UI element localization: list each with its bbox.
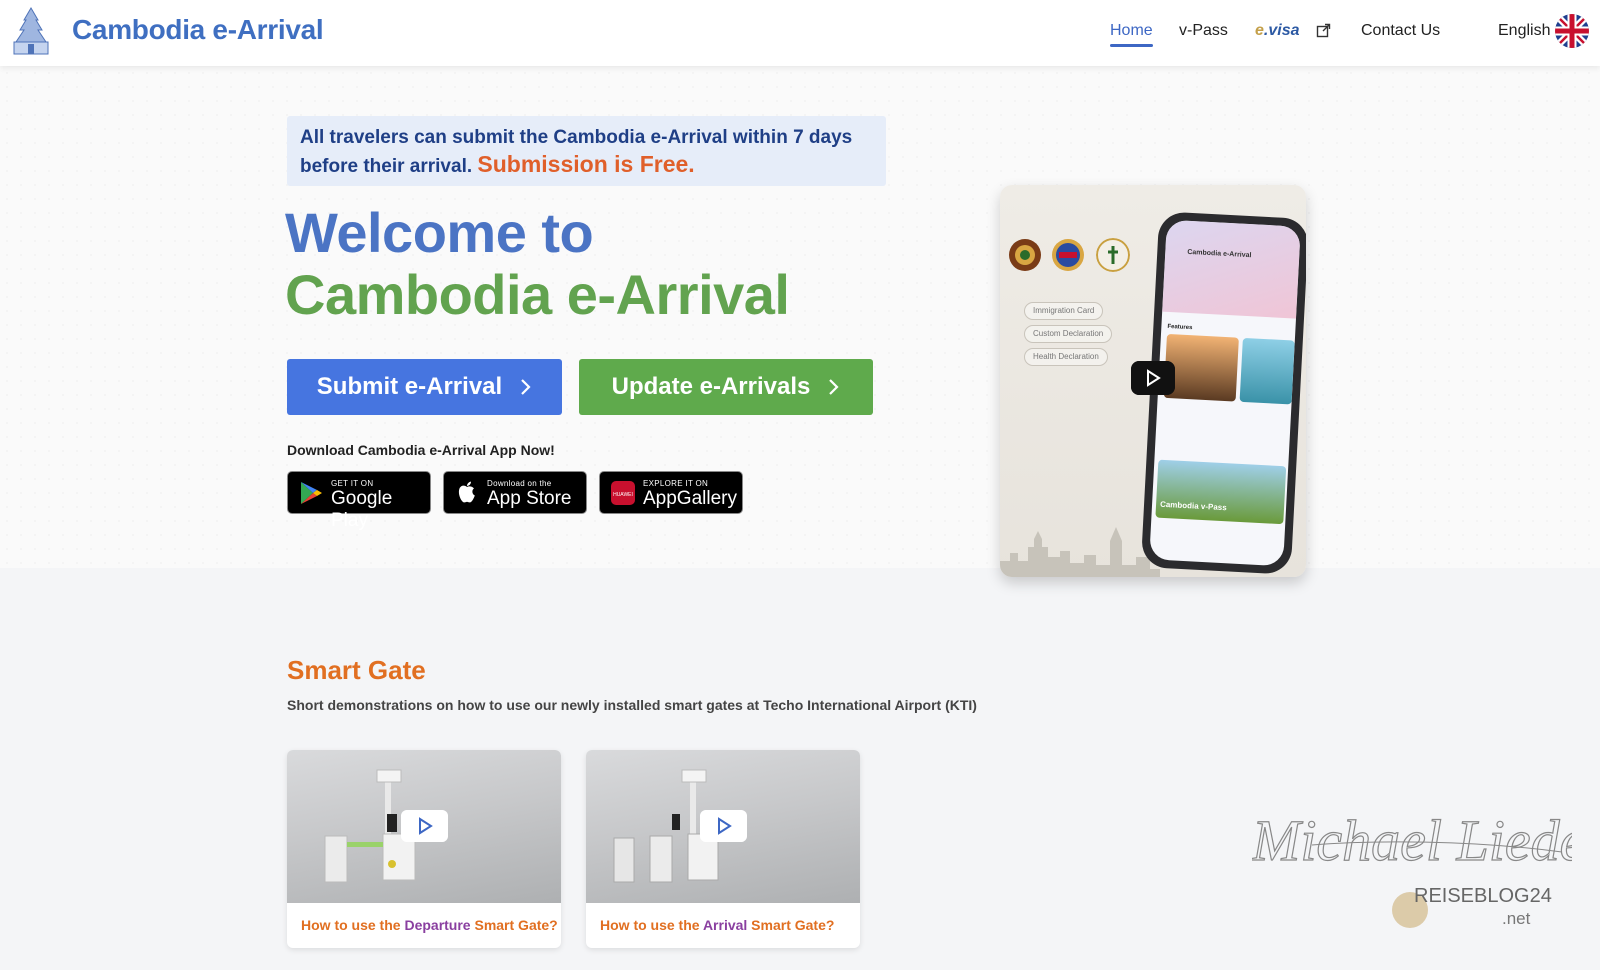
pill-health-declaration: Health Declaration (1024, 348, 1108, 366)
caption-highlight: Arrival (702, 917, 748, 933)
health-seal-icon (1096, 238, 1130, 272)
chevron-right-icon (829, 379, 839, 395)
chevron-right-icon (521, 379, 531, 395)
arrival-gate-thumbnail (586, 750, 860, 903)
language-label[interactable]: English (1498, 22, 1550, 40)
caption-pre: How to use the (301, 917, 405, 933)
site-header: Cambodia e-Arrival Home v-Pass e.visa Co… (0, 0, 1600, 66)
nav-vpass[interactable]: v-Pass (1179, 22, 1228, 40)
caption-pre: How to use the (600, 917, 703, 933)
app-gallery-small: EXPLORE IT ON (643, 479, 709, 488)
notice-banner: All travelers can submit the Cambodia e-… (287, 116, 886, 186)
external-link-icon[interactable] (1316, 23, 1331, 38)
arrival-gate-video-card[interactable]: How to use the Arrival Smart Gate? (586, 750, 860, 948)
google-play-big: Google Play (331, 488, 393, 531)
submit-label: Submit e-Arrival (316, 373, 503, 400)
app-store-big: App Store (487, 488, 572, 509)
promo-video-card[interactable]: Immigration Card Custom Declaration Heal… (1000, 185, 1306, 577)
beach-image (1239, 337, 1295, 405)
app-header-bg (1162, 219, 1301, 319)
play-video-icon[interactable] (700, 810, 747, 842)
notice-free: Submission is Free. (477, 151, 695, 177)
signature-text: Michael Lieder (1252, 808, 1572, 873)
features-label: Features (1167, 323, 1193, 332)
evisa-e: e (1255, 22, 1264, 39)
customs-seal-icon (1052, 239, 1084, 271)
smart-gate-title: Smart Gate (287, 655, 426, 685)
reiseblog-watermark: Michael Lieder REISEBLOG24 .net (1252, 807, 1572, 928)
apple-icon (458, 481, 475, 503)
google-play-badge[interactable]: GET IT ON Google Play (287, 471, 431, 531)
google-play-small: GET IT ON (331, 479, 374, 488)
arrival-video-caption: How to use the Arrival Smart Gate? (600, 917, 834, 933)
watermark-site: REISEBLOG24 (1414, 885, 1552, 907)
pill-custom-declaration: Custom Declaration (1024, 325, 1113, 343)
submit-e-arrival-button[interactable]: Submit e-Arrival (287, 359, 562, 415)
app-gallery-badge[interactable]: HUAWEI EXPLORE IT ON AppGallery (599, 471, 743, 514)
app-store-small: Download on the (487, 479, 552, 488)
play-video-icon[interactable] (1131, 361, 1175, 395)
play-video-icon[interactable] (401, 810, 448, 842)
welcome-line-1: Welcome to (285, 201, 594, 264)
smart-gate-subtitle: Short demonstrations on how to use our n… (287, 697, 977, 713)
welcome-line-2: Cambodia e-Arrival (285, 263, 790, 326)
watermark-tld: .net (1502, 909, 1531, 928)
police-seal-icon (1009, 239, 1041, 271)
departure-gate-thumbnail (287, 750, 561, 903)
app-gallery-big: AppGallery (643, 488, 737, 509)
update-label: Update e-Arrivals (611, 373, 811, 400)
pill-immigration-card: Immigration Card (1024, 302, 1104, 320)
vpass-banner-image (1155, 459, 1287, 525)
temple-skyline-illustration (1000, 527, 1160, 577)
evisa-text: .visa (1263, 22, 1300, 39)
cambodia-emblem-logo[interactable] (8, 6, 54, 58)
google-play-icon (301, 482, 322, 504)
brand-title[interactable]: Cambodia e-Arrival (72, 14, 324, 46)
download-app-label: Download Cambodia e-Arrival App Now! (287, 442, 555, 458)
app-store-badge[interactable]: Download on the App Store (443, 471, 587, 514)
nav-evisa[interactable]: e.visa (1255, 22, 1300, 40)
uk-flag-icon[interactable] (1555, 14, 1589, 48)
departure-gate-video-card[interactable]: How to use the Departure Smart Gate? (287, 750, 561, 948)
departure-video-caption: How to use the Departure Smart Gate? (301, 917, 558, 933)
nav-home[interactable]: Home (1110, 22, 1153, 47)
huawei-icon: HUAWEI (611, 481, 635, 505)
nav-contact-us[interactable]: Contact Us (1361, 22, 1440, 40)
update-e-arrivals-button[interactable]: Update e-Arrivals (579, 359, 873, 415)
welcome-heading: Welcome to Cambodia e-Arrival (285, 202, 790, 326)
caption-post: Smart Gate? (747, 917, 835, 933)
caption-post: Smart Gate? (470, 917, 558, 933)
caption-highlight: Departure (404, 917, 471, 933)
svg-text:HUAWEI: HUAWEI (613, 492, 633, 498)
